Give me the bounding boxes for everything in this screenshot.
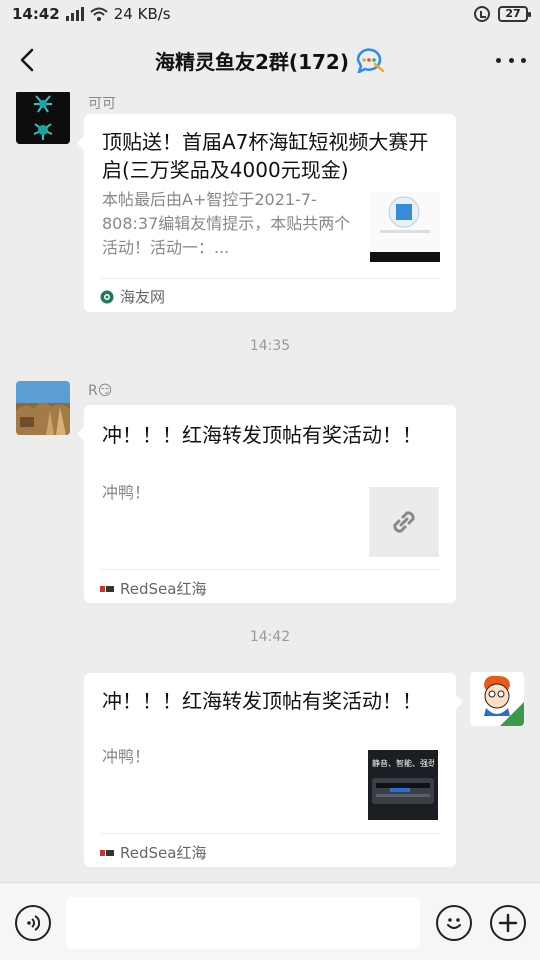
card-description: 冲鸭！ — [102, 483, 151, 502]
link-card[interactable]: 冲！！！红海转发顶帖有奖活动！！ 冲鸭！ RedSea红海 — [77, 405, 456, 603]
card-source: RedSea红海 — [100, 842, 206, 863]
voice-button[interactable] — [15, 905, 51, 941]
link-icon — [393, 511, 415, 533]
card-divider — [100, 278, 440, 279]
group-chat-icon — [356, 48, 385, 73]
card-thumbnail: 静音、智能、强劲 — [368, 750, 438, 820]
card-divider — [100, 833, 440, 834]
timestamp: 14:42 — [249, 629, 291, 645]
redsea-logo-icon — [100, 849, 114, 856]
wifi-icon — [90, 7, 108, 21]
timestamp: 14:35 — [249, 338, 291, 354]
card-divider — [100, 569, 440, 570]
avatar[interactable] — [16, 92, 70, 144]
status-time: 14:42 — [12, 5, 60, 23]
source-name: 海友网 — [120, 288, 166, 306]
card-title: 顶贴送！首届A7杯海缸短视频大赛开启(三万奖品及4000元现金) — [102, 130, 429, 182]
status-bar: 14:42 24 KB/s 27 — [0, 0, 540, 28]
sender-name: R😏 — [88, 383, 113, 399]
back-button[interactable] — [14, 46, 42, 74]
chat-header: 海精灵鱼友2群(172) — [0, 28, 540, 92]
card-source: 海友网 — [100, 286, 165, 307]
signal-icon — [65, 7, 84, 21]
card-title: 冲！！！红海转发顶帖有奖活动！！ — [102, 423, 422, 447]
more-actions-button[interactable] — [490, 905, 526, 941]
more-button[interactable] — [496, 46, 526, 74]
chat-area[interactable]: 可可 顶贴送！首届A7杯海缸短视频大赛开启(三万奖品及4000元现金) 本帖最后… — [0, 92, 540, 882]
card-title: 冲！！！红海转发顶帖有奖活动！！ — [102, 689, 422, 713]
input-bar — [0, 882, 540, 960]
battery-icon: 27 — [498, 6, 531, 22]
source-name: RedSea红海 — [120, 580, 207, 598]
redsea-logo-icon — [100, 585, 114, 592]
card-description: 本帖最后由A+智控于2021-7-808:37编辑友情提示，本贴共两个活动！活动… — [102, 190, 351, 257]
source-name: RedSea红海 — [120, 844, 207, 862]
sender-name: 可可 — [88, 96, 116, 112]
link-card[interactable]: 冲！！！红海转发顶帖有奖活动！！ 冲鸭！ 静音、智能、强劲 RedSea红海 — [84, 673, 463, 867]
voice-icon — [27, 915, 41, 931]
chat-title: 海精灵鱼友2群(172) — [155, 46, 385, 75]
emoji-button[interactable] — [436, 905, 472, 941]
avatar[interactable] — [470, 672, 524, 726]
card-thumbnail — [369, 487, 439, 557]
plus-icon — [498, 913, 518, 933]
group-name: 海精灵鱼友2群(172) — [155, 49, 349, 74]
avatar[interactable] — [16, 381, 70, 435]
card-description: 冲鸭！ — [102, 747, 151, 766]
site-logo-icon — [100, 290, 114, 303]
card-thumbnail — [370, 192, 440, 262]
emoji-icon — [447, 918, 461, 929]
alarm-icon — [474, 6, 490, 22]
link-card[interactable]: 顶贴送！首届A7杯海缸短视频大赛开启(三万奖品及4000元现金) 本帖最后由A+… — [77, 114, 456, 312]
net-speed: 24 KB/s — [113, 5, 171, 23]
card-source: RedSea红海 — [100, 578, 206, 599]
message-input[interactable] — [66, 897, 420, 949]
